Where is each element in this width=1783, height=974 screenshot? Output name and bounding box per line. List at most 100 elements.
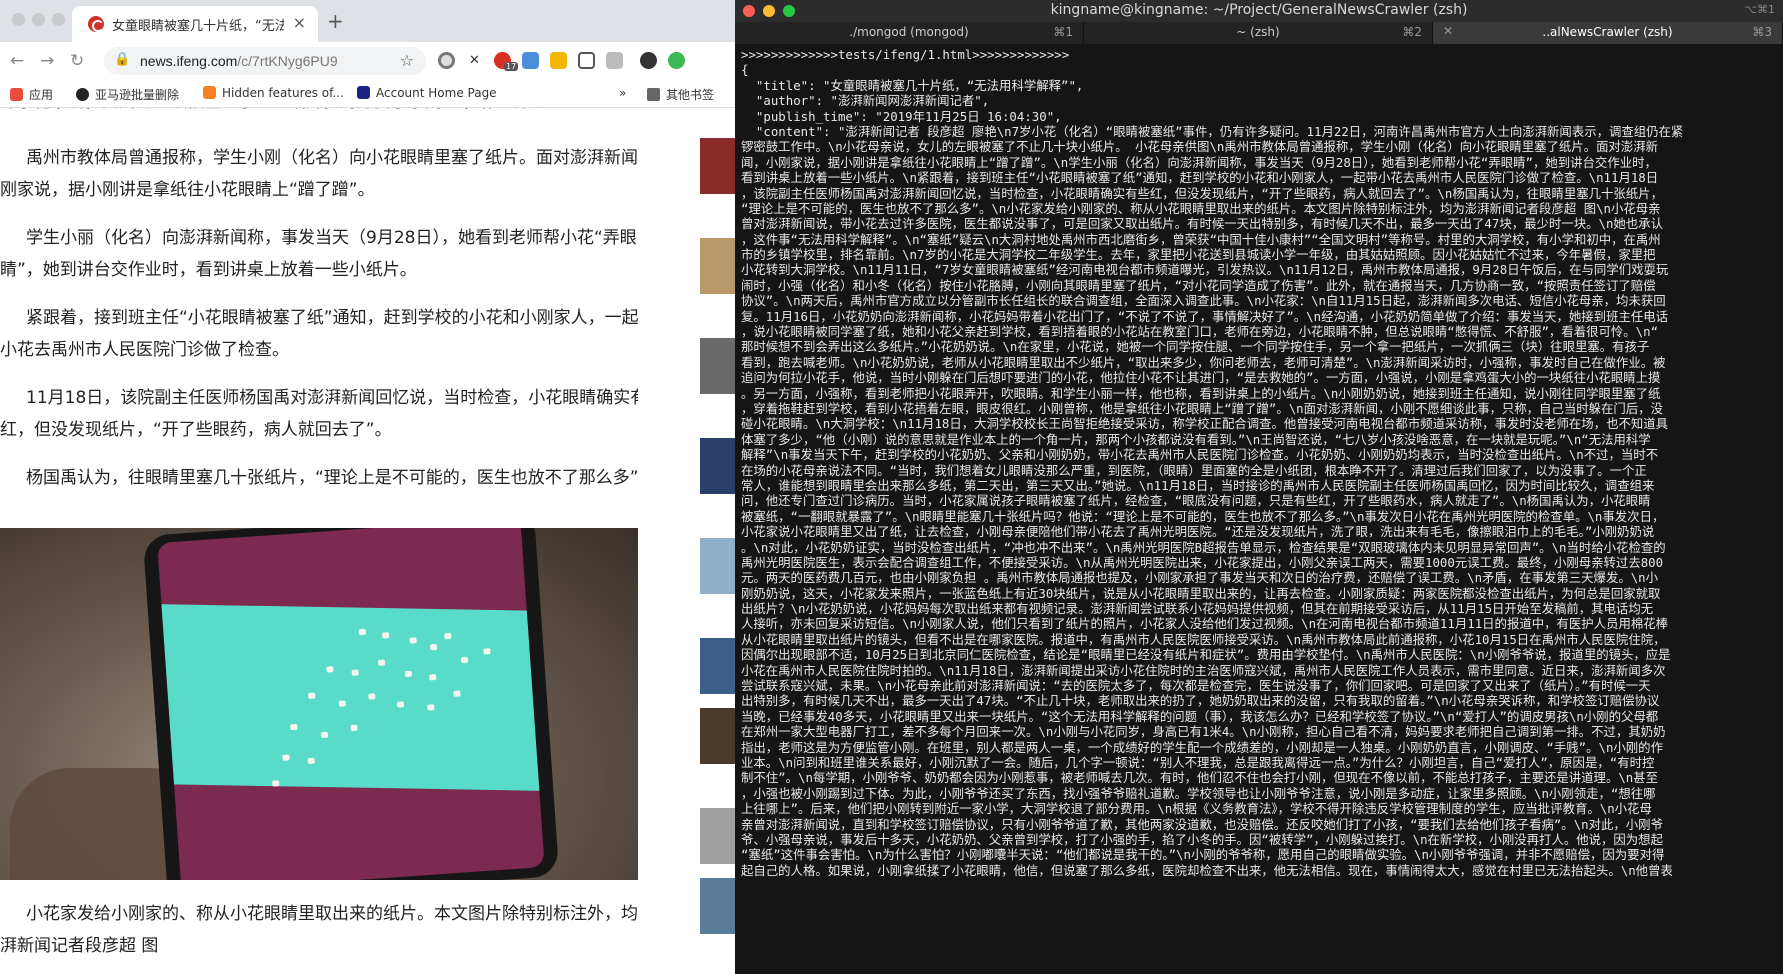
desktop: 女童眼睛被塞几十片纸，“无法用 × + ← → ↻ 🔒 news.ifeng.c… [0,0,1783,974]
terminal-line: ，这件事“无法用科学解释”。\n“塞纸”疑云\n大洞村地处禹州市西北磨街乡，曾荣… [741,231,1661,247]
window-zoom-button[interactable] [52,13,65,26]
terminal-line: 当晚，已经事发40多天，小花眼睛里又出来一块纸片。“这个无法用科学解释的问题（事… [741,708,1659,724]
terminal-line: 因偶尔出现眼部不适，10月25日到北京同仁医院检查，结论是“眼睛里已经没有纸片和… [741,647,1671,663]
paper-bit [483,648,491,655]
terminal-line: ，小强也被小刚踢到过下体。为此，小刚爷爷还买了东西，找小强爷爷赔礼道歉。学校领导… [741,785,1656,801]
paper-bit [377,659,386,666]
bookmarks-more-button[interactable]: » [619,86,626,100]
terminal-line: 上往哪上”。后来，他们把小刚转到附近一家小学，大洞学校退了部分费用。\n根据《义… [741,801,1652,817]
phone-screen [157,528,545,880]
bookmark-star-icon[interactable]: ☆ [400,51,414,70]
terminal-line: 锣密鼓工作中。\n小花母亲说，女儿的左眼被塞了不止几十块小纸片。 小花母亲供图\… [741,139,1659,155]
terminal-line: 在郑州一家大型电器厂打工，差不多每个月回来一次。\n小刚与小花同岁，身高已有1米… [741,724,1666,740]
related-news-thumbnail[interactable] [700,238,735,294]
github-icon [76,88,89,101]
related-news-thumbnail[interactable] [700,438,735,494]
stackoverflow-icon [203,86,216,99]
other-bookmarks-folder[interactable]: 其他书签 [647,86,714,103]
related-news-thumbnail[interactable] [700,338,735,394]
window-close-button[interactable] [12,13,25,26]
forward-button[interactable]: → [40,51,54,71]
related-news-thumbnail[interactable] [700,638,735,694]
photo-caption: 小花家发给小刚家的、称从小花眼睛里取出来的纸片。本文图片除特别标注外，均为澎 湃… [0,898,638,962]
bookmark-icon [357,86,370,99]
reload-button[interactable]: ↻ [70,51,84,71]
bookmark-label: 亚马逊批量删除 [95,88,180,102]
article-line: 刚家说，据小刚讲是拿纸往小花眼睛上“蹭了蹭”。 [0,180,375,200]
paper-bit [290,723,298,731]
article-cut-line: 与小花家说，女儿的左眼被塞进了一些纸片，对方要求小刚一家给个说法 [0,108,638,118]
paper-bit [307,757,315,765]
terminal-shortcut: ⌥⌘1 [1744,3,1775,16]
terminal-line: { [741,62,749,78]
terminal-line: "content": "澎湃新闻记者 段彦超 廖艳\n7岁小花（化名）“眼睛被塞… [741,123,1684,139]
terminal-tab-mongod[interactable]: ./mongod (mongod) ⌘1 [735,22,1084,44]
extension-glasses-icon[interactable] [578,52,595,69]
terminal-line: 禹州光明医院医生，表示会配合调查组工作，不便接受采访。\n从禹州光明医院出来，小… [741,554,1664,570]
back-button[interactable]: ← [10,51,24,71]
terminal-output[interactable]: >>>>>>>>>>>>>tests/ifeng/1.html>>>>>>>>>… [741,47,1777,974]
related-news-thumbnail[interactable] [700,138,735,194]
extension-grid-icon[interactable] [606,52,623,69]
browser-tab-active[interactable]: 女童眼睛被塞几十片纸，“无法用 × [72,6,318,42]
terminal-tab-shortcut: ⌘1 [1053,25,1073,39]
terminal-line: 业本。\n问到和班里谁关系最好，小刚沉默了一会。随后，几个字一顿说：“别人不理我… [741,754,1655,770]
article-line: 11月18日，该院副主任医师杨国禹对澎湃新闻回忆说，当时检查，小花眼睛确实有些 [26,388,638,408]
terminal-line: 看到讲桌上放着一些小纸片。\n紧跟着，接到班主任“小花眼睛被塞了纸”通知，赶到学… [741,170,1659,186]
bookmark-amazon-delete[interactable]: 亚马逊批量删除 [76,86,179,103]
terminal-line: 闹时，小强（化名）和小冬（化名）按住小花胳膊，小刚向其眼睛里塞了纸片，“对小花同… [741,277,1656,293]
terminal-line: "publish_time": "2019年11月25日 16:04:30", [741,108,1062,124]
related-news-thumbnail[interactable] [700,878,735,934]
tab-close-icon[interactable]: × [293,13,306,32]
extension-record-icon[interactable] [438,52,455,69]
terminal-line: 被塞纸，“一翻眼就暴露了”。\n眼睛里能塞几十张纸片吗？他说：“理论上是不可能的… [741,508,1665,524]
terminal-line: 从小花眼睛里取出纸片的镜头，但看不出是在哪家医院。报道中，有禹州市人民医院医师接… [741,631,1666,647]
related-news-thumbnail[interactable] [700,808,735,864]
paper-bit [351,669,359,676]
terminal-line: 在场的小花母亲说法不同。“当时，我们想着女儿眼睛没那么严重，到医院，（眼睛）里面… [741,462,1647,478]
paper-bit [453,690,461,697]
article-line: 紧跟着，接到班主任“小花眼睛被塞了纸”通知，赶到学校的小花和小刚家人，一起带 [26,308,638,328]
paper-bit [444,632,452,640]
terminal-line: >>>>>>>>>>>>>tests/ifeng/1.html>>>>>>>>>… [741,47,1070,62]
bookmark-hidden-features[interactable]: Hidden features of... [203,86,344,100]
article-paragraph: 学生小丽（化名）向澎湃新闻称，事发当天（9月28日），她看到老师帮小花“弄眼 睛… [0,222,638,286]
paper-bit [404,670,413,678]
terminal-line: 指出，老师这是为方便监管小刚。在班里，别人都是两人一桌，一个成绩好的学生配一个成… [741,739,1663,755]
terminal-line: 解释”\n事发当天下午，赶到学校的小花奶奶、父亲和小刚奶奶，带小花去禹州市人民医… [741,447,1659,463]
terminal-line: 。\n对此，小花奶奶证实，当时没检查出纸片，“冲也冲不出来”。\n禹州光明医院B… [741,539,1666,555]
related-news-sidebar [700,108,735,974]
terminal-line: 出纸片？\n小花奶奶说，小花妈妈每次取出纸来都有视频记录。澎湃新闻尝试联系小花妈… [741,601,1654,617]
extension-green-icon[interactable] [668,52,685,69]
bookmark-label: Account Home Page [376,86,497,100]
bookmark-account-home[interactable]: Account Home Page [357,86,497,100]
terminal-line: 问，他还专门查过门诊病历。当时，小花家属说孩子眼睛被塞了纸片，经检查，“眼底没有… [741,493,1651,509]
new-tab-button[interactable]: + [327,9,344,33]
extension-dark-icon[interactable] [640,52,657,69]
terminal-line: "title": "女童眼睛被塞几十片纸，“无法用科学解释”", [741,77,1084,93]
terminal-line: 常人，谁能想到眼睛里会出来那么多纸，第二天出，第三天又出。”她说。\n11月18… [741,477,1655,493]
paper-bit [396,701,405,708]
address-bar[interactable]: 🔒 news.ifeng.com/c/7rtKNyg6PU9 ☆ [104,47,426,75]
extension-badge: 17 [504,62,519,71]
related-news-thumbnail[interactable] [700,538,735,594]
url-path: /c/7rtKNyg6PU9 [237,53,338,69]
extension-x-icon[interactable]: ✕ [466,52,483,69]
article-line: 红，但没发现纸片，“开了些眼药，病人就回去了”。 [0,420,392,440]
extension-bird-icon[interactable] [522,52,539,69]
terminal-tab-crawler[interactable]: ✕ ..alNewsCrawler (zsh) ⌘3 [1433,22,1783,44]
window-minimize-button[interactable] [32,13,45,26]
terminal-tab-bar: ./mongod (mongod) ⌘1 ~ (zsh) ⌘2 ✕ ..alNe… [735,22,1783,44]
browser-window: 女童眼睛被塞几十片纸，“无法用 × + ← → ↻ 🔒 news.ifeng.c… [0,0,735,974]
extension-note-icon[interactable] [550,52,567,69]
terminal-tab-home[interactable]: ~ (zsh) ⌘2 [1084,22,1433,44]
article-paragraph: 紧跟着，接到班主任“小花眼睛被塞了纸”通知，赶到学校的小花和小刚家人，一起带 小… [0,302,638,366]
bookmark-apps[interactable]: 应用 [10,86,53,103]
paper-bit [428,673,437,681]
terminal-line: 亲曾对澎湃新闻说，直到和学校签订赔偿协议，只有小刚爷爷道了歉，其他两家没道歉，也… [741,816,1663,832]
terminal-window: kingname@kingname: ~/Project/GeneralNews… [735,0,1783,974]
article-paragraph: 11月18日，该院副主任医师杨国禹对澎湃新闻回忆说，当时检查，小花眼睛确实有些 … [0,382,638,446]
terminal-line: "author": "澎湃新闻网澎湃新闻记者", [741,93,990,109]
related-news-thumbnail[interactable] [700,708,735,764]
terminal-line: 小花转到大洞学校。\n11月11日，“7岁女童眼睛被塞纸”经河南电视台都市频道曝… [741,262,1669,278]
